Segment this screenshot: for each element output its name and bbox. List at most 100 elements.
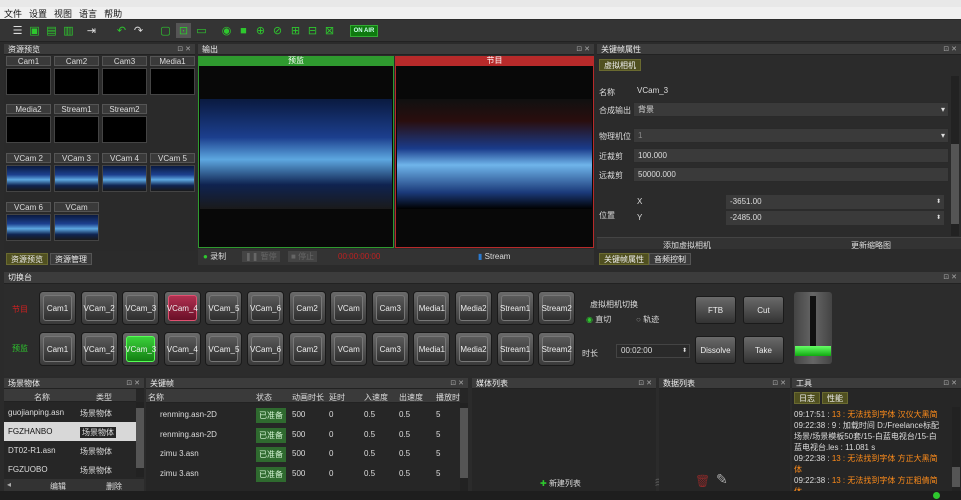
save-as-icon[interactable]: ▥: [61, 23, 76, 38]
switcher-row2-button[interactable]: VCam_6: [247, 332, 284, 366]
switcher-row2-button[interactable]: VCam: [330, 332, 368, 366]
camera-icon[interactable]: ■: [236, 23, 251, 38]
snap-icon[interactable]: ⊠: [322, 23, 337, 38]
switcher-row2-button[interactable]: Media2: [455, 332, 492, 366]
switcher-row2-button[interactable]: VCam_2: [80, 332, 118, 366]
source-thumbnail[interactable]: [6, 214, 51, 241]
source-thumbnail[interactable]: [102, 68, 147, 95]
source-thumbnail[interactable]: [6, 116, 51, 143]
link-icon[interactable]: ⊕: [253, 23, 268, 38]
menu-item-3[interactable]: 语言: [79, 7, 97, 20]
export-icon[interactable]: ⇥: [84, 23, 99, 38]
switcher-row1-button[interactable]: Media1: [413, 291, 451, 325]
composite-select[interactable]: 背景 ▾: [633, 102, 949, 117]
stream-button[interactable]: ▮ Stream: [478, 252, 510, 261]
save-all-icon[interactable]: ▤: [44, 23, 59, 38]
near-field[interactable]: 100.000: [633, 148, 949, 163]
source-thumbnail[interactable]: [102, 116, 147, 143]
on-air-button[interactable]: ON AIR: [350, 25, 378, 37]
fit-icon[interactable]: ⊞: [288, 23, 303, 38]
source-thumbnail[interactable]: [150, 165, 195, 192]
scene-row[interactable]: FGZHANBO 场景物体: [4, 422, 136, 441]
preview-monitor[interactable]: [198, 65, 394, 248]
switcher-row2-button[interactable]: Cam2: [288, 332, 326, 366]
layout-icon[interactable]: ▭: [194, 23, 209, 38]
cut-button[interactable]: Cut: [743, 296, 784, 324]
tab-log[interactable]: 日志: [794, 392, 820, 404]
track-radio[interactable]: ○ 轨迹: [636, 314, 659, 325]
far-field[interactable]: 50000.000: [633, 167, 949, 182]
scene-scroll-left[interactable]: ◂: [7, 480, 11, 489]
physical-select[interactable]: 1 ▾: [633, 128, 949, 143]
tab-keyframe-props[interactable]: 关键帧属性: [599, 253, 649, 265]
scene-row[interactable]: DT02-R1.asn 场景物体: [4, 441, 136, 460]
edit-icon[interactable]: ✎: [716, 471, 728, 488]
switcher-row1-button[interactable]: Stream2: [538, 291, 576, 325]
switcher-row2-button[interactable]: Stream1: [496, 332, 534, 366]
dissolve-button[interactable]: Dissolve: [695, 336, 736, 364]
switcher-row2-button[interactable]: VCam_4: [163, 332, 201, 366]
switcher-row1-button[interactable]: VCam_6: [247, 291, 284, 325]
source-thumbnail[interactable]: [102, 165, 147, 192]
pause-button[interactable]: ❚❚ 暂停: [242, 251, 280, 262]
record-button[interactable]: ● 录制: [203, 251, 226, 262]
transform-icon[interactable]: ⊡: [176, 23, 191, 38]
program-monitor[interactable]: [395, 65, 594, 248]
switcher-row1-button[interactable]: VCam_2: [80, 291, 118, 325]
source-thumbnail[interactable]: [150, 68, 195, 95]
add-vcam-button[interactable]: 添加虚拟相机: [663, 240, 711, 251]
source-thumbnail[interactable]: [6, 165, 51, 192]
redo-icon[interactable]: ↷: [131, 23, 146, 38]
cut-radio[interactable]: ◉ 直切: [586, 314, 611, 325]
switcher-row2-button[interactable]: Stream2: [538, 332, 576, 366]
switcher-row1-button[interactable]: Stream1: [496, 291, 534, 325]
switcher-row1-button[interactable]: Cam2: [288, 291, 326, 325]
duration-field[interactable]: 00:02:00 ⬍: [616, 344, 690, 358]
menu-item-2[interactable]: 视图: [54, 7, 72, 20]
source-thumbnail[interactable]: [54, 165, 99, 192]
switcher-row2-button[interactable]: VCam_5: [205, 332, 243, 366]
tab-source-manager[interactable]: 资源管理: [50, 253, 92, 265]
source-thumbnail[interactable]: [54, 116, 99, 143]
new-list-button[interactable]: ✚ 新建列表: [540, 478, 581, 489]
select-icon[interactable]: ▢: [158, 23, 173, 38]
keyframes-scrollbar[interactable]: [460, 403, 468, 491]
y-field[interactable]: -2485.00 ⬍: [726, 211, 944, 225]
switcher-row1-button[interactable]: Cam3: [371, 291, 409, 325]
switcher-row1-button[interactable]: VCam_4: [163, 291, 201, 325]
undo-icon[interactable]: ↶: [114, 23, 129, 38]
list-icon[interactable]: ☰: [10, 23, 25, 38]
switcher-row1-button[interactable]: Media2: [455, 291, 492, 325]
name-field[interactable]: VCam_3: [633, 84, 949, 99]
stop-button[interactable]: ■ 停止: [288, 251, 318, 262]
source-thumbnail[interactable]: [6, 68, 51, 95]
tab-audio-control[interactable]: 音频控制: [649, 253, 691, 265]
trash-icon[interactable]: 🗑: [695, 474, 710, 488]
scene-scrollbar[interactable]: [136, 402, 144, 477]
switcher-row2-button[interactable]: Cam1: [39, 332, 76, 366]
switcher-row1-button[interactable]: VCam: [330, 291, 368, 325]
save-icon[interactable]: ▣: [27, 23, 42, 38]
grid-icon[interactable]: ⊟: [305, 23, 320, 38]
switcher-row1-button[interactable]: VCam_5: [205, 291, 243, 325]
target-icon[interactable]: ◉: [219, 23, 234, 38]
scene-row[interactable]: FGZUOBO 场景物体: [4, 460, 136, 479]
zoom-icon[interactable]: ⊘: [270, 23, 285, 38]
scene-row[interactable]: guojianping.asn 场景物体: [4, 403, 136, 422]
menu-item-0[interactable]: 文件: [4, 7, 22, 20]
tab-source-preview[interactable]: 资源预览: [6, 253, 48, 265]
source-thumbnail[interactable]: [54, 214, 99, 241]
tab-performance[interactable]: 性能: [822, 392, 848, 404]
switcher-row2-button[interactable]: VCam_3: [122, 332, 160, 366]
menu-item-1[interactable]: 设置: [29, 7, 47, 20]
ftb-button[interactable]: FTB: [695, 296, 736, 324]
switcher-row1-button[interactable]: VCam_3: [122, 291, 160, 325]
switcher-row1-button[interactable]: Cam1: [39, 291, 76, 325]
x-field[interactable]: -3651.00 ⬍: [726, 195, 944, 209]
update-thumb-button[interactable]: 更新缩略图: [851, 240, 891, 251]
log-scrollbar[interactable]: [952, 407, 960, 491]
take-button[interactable]: Take: [743, 336, 784, 364]
tab-virtual-camera[interactable]: 虚拟相机: [599, 59, 641, 71]
t-bar[interactable]: [794, 292, 832, 364]
menu-item-4[interactable]: 帮助: [104, 7, 122, 20]
